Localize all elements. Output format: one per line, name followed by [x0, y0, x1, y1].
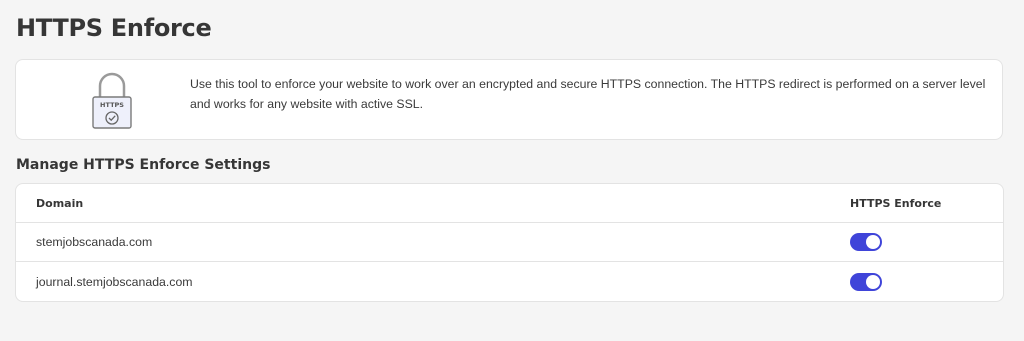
https-enforce-page: HTTPS Enforce HTTPS Use this tool to enf… — [0, 0, 1024, 341]
toggle-knob — [866, 274, 880, 289]
column-header-domain: Domain — [36, 196, 84, 210]
page-title: HTTPS Enforce — [16, 14, 212, 42]
section-title: Manage HTTPS Enforce Settings — [16, 157, 271, 173]
table-row: journal.stemjobscanada.com — [16, 262, 1003, 301]
toggle-knob — [866, 235, 880, 249]
table-row: stemjobscanada.com — [16, 223, 1003, 262]
https-enforce-toggle[interactable] — [850, 233, 882, 251]
column-header-https-enforce: HTTPS Enforce — [850, 196, 942, 210]
https-enforce-toggle[interactable] — [850, 272, 882, 291]
domain-cell: journal.stemjobscanada.com — [36, 274, 193, 289]
domain-cell: stemjobscanada.com — [36, 235, 153, 249]
lock-label: HTTPS — [100, 101, 124, 109]
info-card: HTTPS Use this tool to enforce your webs… — [15, 59, 1003, 140]
table-header-row: Domain HTTPS Enforce — [16, 184, 1003, 223]
https-lock-icon: HTTPS — [92, 72, 132, 129]
settings-table: Domain HTTPS Enforce stemjobscanada.com … — [15, 183, 1004, 302]
info-description: Use this tool to enforce your website to… — [190, 77, 986, 111]
